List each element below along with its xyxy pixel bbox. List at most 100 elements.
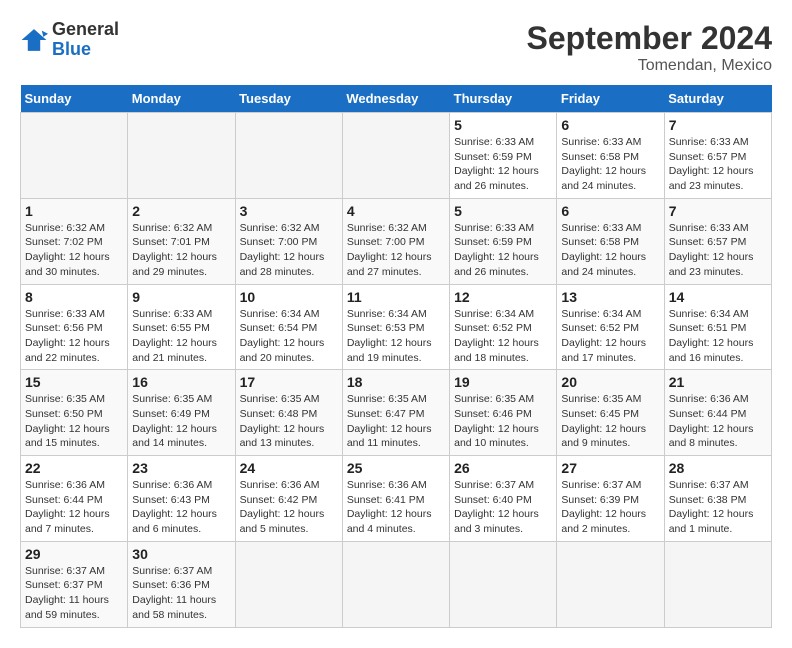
calendar-cell xyxy=(342,113,449,199)
calendar-cell: 22 Sunrise: 6:36 AMSunset: 6:44 PMDaylig… xyxy=(21,456,128,542)
calendar-cell xyxy=(21,113,128,199)
calendar-week-2: 1 Sunrise: 6:32 AMSunset: 7:02 PMDayligh… xyxy=(21,198,772,284)
calendar-cell: 13 Sunrise: 6:34 AMSunset: 6:52 PMDaylig… xyxy=(557,284,664,370)
day-number: 21 xyxy=(669,374,767,390)
calendar-cell xyxy=(450,541,557,627)
calendar-cell: 27 Sunrise: 6:37 AMSunset: 6:39 PMDaylig… xyxy=(557,456,664,542)
day-number: 13 xyxy=(561,289,659,305)
day-info: Sunrise: 6:34 AMSunset: 6:54 PMDaylight:… xyxy=(240,307,338,366)
calendar-cell: 15 Sunrise: 6:35 AMSunset: 6:50 PMDaylig… xyxy=(21,370,128,456)
day-number: 27 xyxy=(561,460,659,476)
day-info: Sunrise: 6:36 AMSunset: 6:42 PMDaylight:… xyxy=(240,478,338,537)
calendar-cell: 25 Sunrise: 6:36 AMSunset: 6:41 PMDaylig… xyxy=(342,456,449,542)
day-number: 15 xyxy=(25,374,123,390)
day-number: 26 xyxy=(454,460,552,476)
day-info: Sunrise: 6:33 AMSunset: 6:57 PMDaylight:… xyxy=(669,221,767,280)
calendar-cell xyxy=(128,113,235,199)
day-number: 6 xyxy=(561,203,659,219)
day-number: 28 xyxy=(669,460,767,476)
calendar-cell: 29 Sunrise: 6:37 AMSunset: 6:37 PMDaylig… xyxy=(21,541,128,627)
day-number: 4 xyxy=(347,203,445,219)
calendar-cell: 26 Sunrise: 6:37 AMSunset: 6:40 PMDaylig… xyxy=(450,456,557,542)
day-number: 14 xyxy=(669,289,767,305)
day-number: 3 xyxy=(240,203,338,219)
day-info: Sunrise: 6:35 AMSunset: 6:47 PMDaylight:… xyxy=(347,392,445,451)
calendar-cell: 14 Sunrise: 6:34 AMSunset: 6:51 PMDaylig… xyxy=(664,284,771,370)
calendar-header-row: SundayMondayTuesdayWednesdayThursdayFrid… xyxy=(21,85,772,113)
calendar-week-6: 29 Sunrise: 6:37 AMSunset: 6:37 PMDaylig… xyxy=(21,541,772,627)
day-header-friday: Friday xyxy=(557,85,664,113)
day-info: Sunrise: 6:33 AMSunset: 6:56 PMDaylight:… xyxy=(25,307,123,366)
day-number: 10 xyxy=(240,289,338,305)
day-info: Sunrise: 6:32 AMSunset: 7:02 PMDaylight:… xyxy=(25,221,123,280)
day-info: Sunrise: 6:33 AMSunset: 6:58 PMDaylight:… xyxy=(561,135,659,194)
day-info: Sunrise: 6:33 AMSunset: 6:58 PMDaylight:… xyxy=(561,221,659,280)
day-number: 29 xyxy=(25,546,123,562)
day-number: 30 xyxy=(132,546,230,562)
day-info: Sunrise: 6:35 AMSunset: 6:49 PMDaylight:… xyxy=(132,392,230,451)
calendar-table: SundayMondayTuesdayWednesdayThursdayFrid… xyxy=(20,85,772,628)
calendar-cell: 7 Sunrise: 6:33 AMSunset: 6:57 PMDayligh… xyxy=(664,113,771,199)
day-number: 7 xyxy=(669,203,767,219)
day-info: Sunrise: 6:35 AMSunset: 6:50 PMDaylight:… xyxy=(25,392,123,451)
calendar-cell xyxy=(342,541,449,627)
calendar-cell: 5 Sunrise: 6:33 AMSunset: 6:59 PMDayligh… xyxy=(450,113,557,199)
calendar-cell: 3 Sunrise: 6:32 AMSunset: 7:00 PMDayligh… xyxy=(235,198,342,284)
calendar-cell: 11 Sunrise: 6:34 AMSunset: 6:53 PMDaylig… xyxy=(342,284,449,370)
calendar-cell: 21 Sunrise: 6:36 AMSunset: 6:44 PMDaylig… xyxy=(664,370,771,456)
day-number: 20 xyxy=(561,374,659,390)
calendar-cell: 24 Sunrise: 6:36 AMSunset: 6:42 PMDaylig… xyxy=(235,456,342,542)
calendar-cell: 16 Sunrise: 6:35 AMSunset: 6:49 PMDaylig… xyxy=(128,370,235,456)
day-number: 24 xyxy=(240,460,338,476)
day-number: 1 xyxy=(25,203,123,219)
day-info: Sunrise: 6:37 AMSunset: 6:37 PMDaylight:… xyxy=(25,564,123,623)
calendar-cell: 6 Sunrise: 6:33 AMSunset: 6:58 PMDayligh… xyxy=(557,198,664,284)
day-header-saturday: Saturday xyxy=(664,85,771,113)
day-info: Sunrise: 6:33 AMSunset: 6:57 PMDaylight:… xyxy=(669,135,767,194)
day-number: 12 xyxy=(454,289,552,305)
calendar-week-1: 5 Sunrise: 6:33 AMSunset: 6:59 PMDayligh… xyxy=(21,113,772,199)
logo-text: General Blue xyxy=(52,20,119,60)
calendar-cell xyxy=(664,541,771,627)
calendar-week-3: 8 Sunrise: 6:33 AMSunset: 6:56 PMDayligh… xyxy=(21,284,772,370)
calendar-cell: 17 Sunrise: 6:35 AMSunset: 6:48 PMDaylig… xyxy=(235,370,342,456)
calendar-cell: 7 Sunrise: 6:33 AMSunset: 6:57 PMDayligh… xyxy=(664,198,771,284)
day-info: Sunrise: 6:37 AMSunset: 6:39 PMDaylight:… xyxy=(561,478,659,537)
calendar-cell: 9 Sunrise: 6:33 AMSunset: 6:55 PMDayligh… xyxy=(128,284,235,370)
calendar-cell: 20 Sunrise: 6:35 AMSunset: 6:45 PMDaylig… xyxy=(557,370,664,456)
calendar-cell: 18 Sunrise: 6:35 AMSunset: 6:47 PMDaylig… xyxy=(342,370,449,456)
day-info: Sunrise: 6:36 AMSunset: 6:44 PMDaylight:… xyxy=(25,478,123,537)
calendar-cell: 28 Sunrise: 6:37 AMSunset: 6:38 PMDaylig… xyxy=(664,456,771,542)
day-number: 17 xyxy=(240,374,338,390)
calendar-cell: 1 Sunrise: 6:32 AMSunset: 7:02 PMDayligh… xyxy=(21,198,128,284)
day-number: 23 xyxy=(132,460,230,476)
day-number: 25 xyxy=(347,460,445,476)
calendar-cell: 23 Sunrise: 6:36 AMSunset: 6:43 PMDaylig… xyxy=(128,456,235,542)
day-number: 5 xyxy=(454,203,552,219)
title-section: September 2024 Tomendan, Mexico xyxy=(527,20,772,75)
calendar-cell: 12 Sunrise: 6:34 AMSunset: 6:52 PMDaylig… xyxy=(450,284,557,370)
day-info: Sunrise: 6:37 AMSunset: 6:36 PMDaylight:… xyxy=(132,564,230,623)
day-info: Sunrise: 6:37 AMSunset: 6:40 PMDaylight:… xyxy=(454,478,552,537)
calendar-cell: 5 Sunrise: 6:33 AMSunset: 6:59 PMDayligh… xyxy=(450,198,557,284)
page-header: General Blue September 2024 Tomendan, Me… xyxy=(20,20,772,75)
day-header-thursday: Thursday xyxy=(450,85,557,113)
day-info: Sunrise: 6:37 AMSunset: 6:38 PMDaylight:… xyxy=(669,478,767,537)
logo-icon xyxy=(20,26,48,54)
day-header-monday: Monday xyxy=(128,85,235,113)
day-number: 11 xyxy=(347,289,445,305)
day-info: Sunrise: 6:32 AMSunset: 7:00 PMDaylight:… xyxy=(240,221,338,280)
day-info: Sunrise: 6:36 AMSunset: 6:43 PMDaylight:… xyxy=(132,478,230,537)
calendar-cell: 19 Sunrise: 6:35 AMSunset: 6:46 PMDaylig… xyxy=(450,370,557,456)
day-header-wednesday: Wednesday xyxy=(342,85,449,113)
day-info: Sunrise: 6:32 AMSunset: 7:00 PMDaylight:… xyxy=(347,221,445,280)
day-info: Sunrise: 6:34 AMSunset: 6:52 PMDaylight:… xyxy=(561,307,659,366)
calendar-cell: 2 Sunrise: 6:32 AMSunset: 7:01 PMDayligh… xyxy=(128,198,235,284)
calendar-cell xyxy=(235,113,342,199)
calendar-cell: 10 Sunrise: 6:34 AMSunset: 6:54 PMDaylig… xyxy=(235,284,342,370)
day-info: Sunrise: 6:35 AMSunset: 6:46 PMDaylight:… xyxy=(454,392,552,451)
calendar-cell: 4 Sunrise: 6:32 AMSunset: 7:00 PMDayligh… xyxy=(342,198,449,284)
day-number: 2 xyxy=(132,203,230,219)
day-header-sunday: Sunday xyxy=(21,85,128,113)
day-info: Sunrise: 6:34 AMSunset: 6:51 PMDaylight:… xyxy=(669,307,767,366)
